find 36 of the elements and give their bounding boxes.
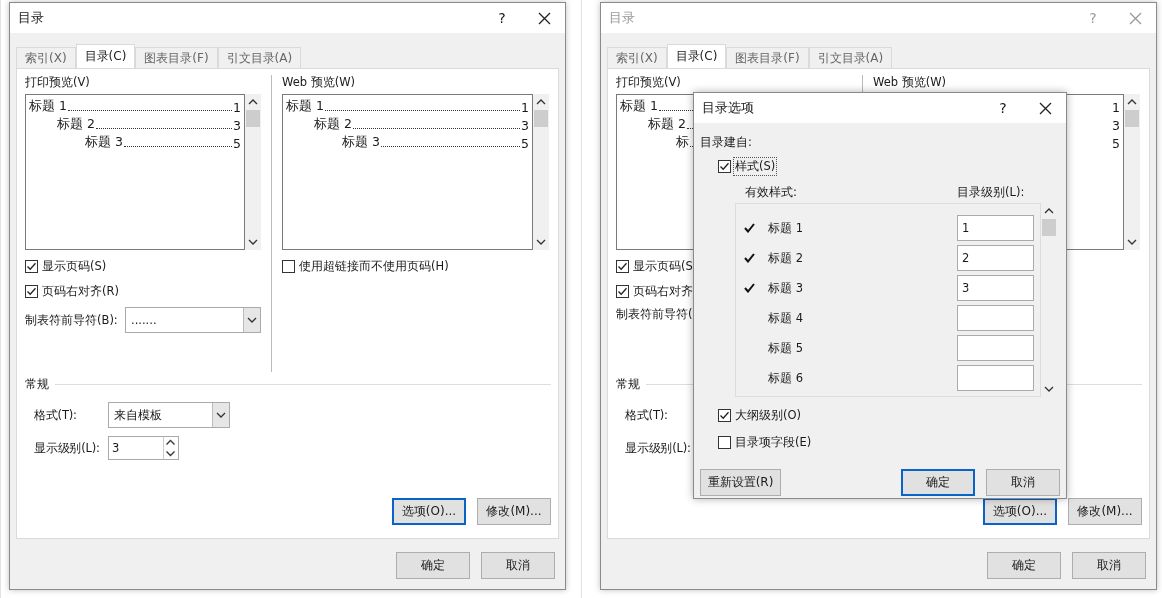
preview-label: Web 预览(W) bbox=[282, 75, 357, 89]
preview-label: 打印预览(V) bbox=[616, 75, 682, 89]
page-number: 5 bbox=[233, 136, 241, 151]
page-number: 3 bbox=[521, 118, 529, 133]
page-number: 1 bbox=[1112, 100, 1120, 115]
preview-heading: 标题 1 bbox=[29, 98, 67, 115]
preview-heading: 标题 1 bbox=[286, 98, 324, 115]
page-number: 1 bbox=[233, 100, 241, 115]
field-label: 制表符前导符(B): bbox=[25, 313, 118, 327]
preview-heading: 标题 2 bbox=[314, 116, 352, 133]
preview-label: 打印预览(V) bbox=[25, 75, 91, 89]
page-number: 3 bbox=[233, 118, 241, 133]
window-title: 目录 bbox=[609, 9, 636, 27]
section-label: 目录建自: bbox=[700, 135, 753, 149]
window-title: 目录 bbox=[18, 9, 45, 27]
window-title: 目录选项 bbox=[702, 99, 755, 117]
field-label: 制表符前导符( bbox=[616, 307, 693, 321]
field-label: 格式(T): bbox=[34, 408, 78, 422]
preview-heading: 标 bbox=[676, 134, 689, 151]
preview-heading: 标题 3 bbox=[342, 134, 380, 151]
preview-heading: 标题 2 bbox=[648, 116, 686, 133]
preview-heading: 标题 2 bbox=[57, 116, 95, 133]
field-label: 显示级别(L): bbox=[34, 441, 101, 455]
page-number: 1 bbox=[521, 100, 529, 115]
page-number: 5 bbox=[1112, 136, 1120, 151]
preview-heading: 标题 3 bbox=[85, 134, 123, 151]
preview-heading: 标题 1 bbox=[620, 98, 658, 115]
page-number: 3 bbox=[1112, 118, 1120, 133]
preview-label: Web 预览(W) bbox=[873, 75, 948, 89]
page-number: 5 bbox=[521, 136, 529, 151]
column-header: 有效样式: bbox=[745, 185, 798, 199]
field-label: 格式(T): bbox=[625, 408, 669, 422]
section-label: 常规 bbox=[25, 377, 49, 391]
section-label: 常规 bbox=[616, 377, 640, 391]
column-header: 目录级别(L): bbox=[957, 185, 1025, 199]
field-label: 显示级别(L): bbox=[625, 441, 692, 455]
